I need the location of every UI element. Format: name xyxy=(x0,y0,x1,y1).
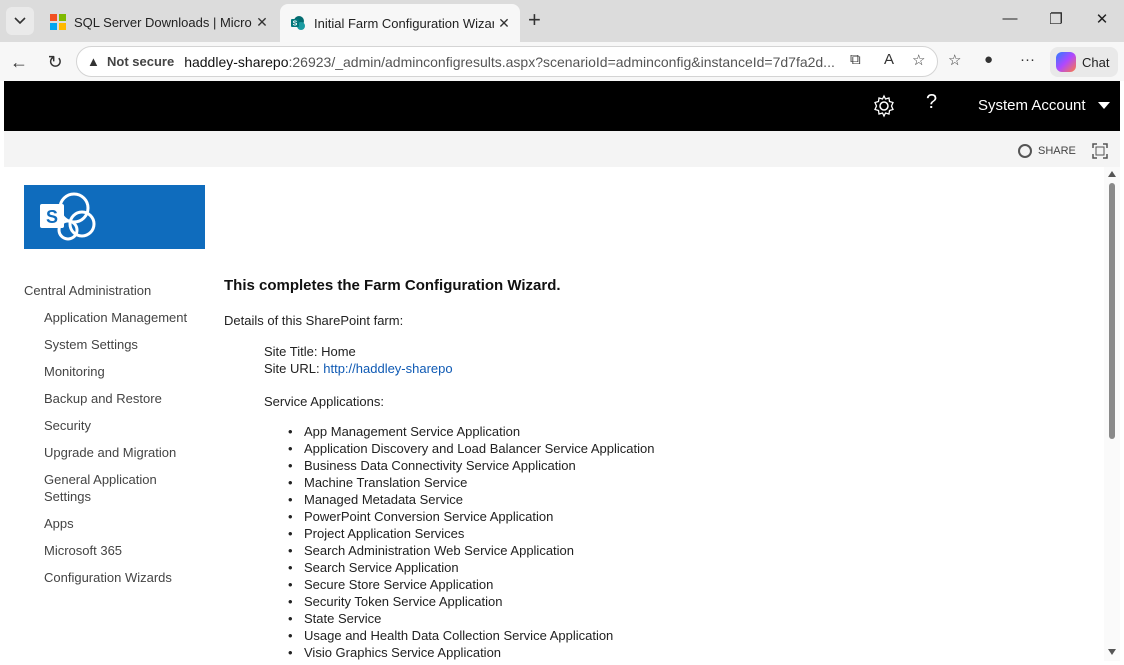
list-item: Visio Graphics Service Application xyxy=(288,644,1084,661)
browser-toolbar: ← ↻ ▲ Not secure haddley-sharepo :26923/… xyxy=(0,42,1124,81)
read-aloud-icon[interactable]: A xyxy=(884,51,894,68)
list-item: Search Administration Web Service Applic… xyxy=(288,542,1084,559)
nav-backup-and-restore[interactable]: Backup and Restore xyxy=(44,390,194,407)
url-path: :26923/_admin/adminconfigresults.aspx?sc… xyxy=(288,53,835,70)
favorite-star-icon[interactable]: ☆ xyxy=(912,51,925,69)
nav-system-settings[interactable]: System Settings xyxy=(44,336,194,353)
share-icon xyxy=(1018,144,1032,158)
list-item: Machine Translation Service xyxy=(288,474,1084,491)
microsoft-logo-icon xyxy=(50,14,66,30)
page-scrollbar[interactable] xyxy=(1104,167,1120,661)
restore-icon[interactable]: ❐ xyxy=(1044,10,1068,32)
list-item: Application Discovery and Load Balancer … xyxy=(288,440,1084,457)
list-item: Managed Metadata Service xyxy=(288,491,1084,508)
tab-initial-farm-configuration-wizard[interactable]: S Initial Farm Configuration Wizard ✕ xyxy=(280,4,520,42)
close-window-icon[interactable]: ✕ xyxy=(1090,10,1114,32)
sharepoint-suite-bar: ? System Account xyxy=(4,81,1120,131)
account-menu[interactable]: System Account xyxy=(978,97,1086,114)
site-url-label: Site URL: xyxy=(264,361,324,376)
nav-security[interactable]: Security xyxy=(44,417,194,434)
tab-actions-menu-button[interactable] xyxy=(6,7,34,35)
list-item: Usage and Health Data Collection Service… xyxy=(288,627,1084,644)
nav-central-administration[interactable]: Central Administration xyxy=(24,282,209,299)
list-item: Search Service Application xyxy=(288,559,1084,576)
tab-title: SQL Server Downloads | Microsoft xyxy=(74,14,252,30)
help-icon[interactable]: ? xyxy=(926,91,937,114)
nav-upgrade-and-migration[interactable]: Upgrade and Migration xyxy=(44,444,194,461)
list-item: App Management Service Application xyxy=(288,423,1084,440)
focus-on-content-icon[interactable] xyxy=(1092,143,1108,159)
settings-gear-icon[interactable] xyxy=(872,94,896,118)
chevron-down-icon xyxy=(14,17,26,25)
warning-triangle-icon: ▲ xyxy=(87,54,100,69)
tab-title: Initial Farm Configuration Wizard xyxy=(314,15,494,31)
close-icon[interactable]: ✕ xyxy=(494,15,514,32)
share-label: SHARE xyxy=(1038,145,1076,157)
new-tab-plus-icon[interactable]: + xyxy=(528,9,541,31)
svg-text:S: S xyxy=(293,21,298,28)
nav-apps[interactable]: Apps xyxy=(44,515,194,532)
tab-sql-server-downloads[interactable]: SQL Server Downloads | Microsoft ✕ xyxy=(40,6,278,38)
favorites-icon[interactable]: ☆ xyxy=(948,51,961,69)
share-button[interactable]: SHARE xyxy=(1018,144,1076,158)
service-applications-label: Service Applications: xyxy=(264,394,384,409)
sharepoint-logo-icon: S xyxy=(40,192,96,241)
list-item: Business Data Connectivity Service Appli… xyxy=(288,457,1084,474)
close-icon[interactable]: ✕ xyxy=(252,14,272,31)
list-item: Security Token Service Application xyxy=(288,593,1084,610)
list-item: State Service xyxy=(288,610,1084,627)
profile-avatar-icon[interactable]: ● xyxy=(984,51,993,68)
copilot-icon xyxy=(1056,52,1076,72)
nav-configuration-wizards[interactable]: Configuration Wizards xyxy=(44,569,194,586)
refresh-icon[interactable]: ↻ xyxy=(44,51,66,73)
copilot-chat-button[interactable]: Chat xyxy=(1050,47,1118,77)
security-status[interactable]: Not secure xyxy=(107,54,174,69)
back-arrow-icon[interactable]: ← xyxy=(8,51,30,73)
sharepoint-icon: S xyxy=(291,16,305,30)
site-info: Site Title: Home Site URL: http://haddle… xyxy=(264,343,1084,377)
minimize-icon[interactable]: — xyxy=(998,10,1022,32)
scroll-down-arrow-icon[interactable] xyxy=(1108,649,1116,655)
address-bar[interactable]: ▲ Not secure haddley-sharepo :26923/_adm… xyxy=(76,46,938,77)
page-heading: This completes the Farm Configuration Wi… xyxy=(224,277,561,294)
list-item: Secure Store Service Application xyxy=(288,576,1084,593)
list-item: Project Application Services xyxy=(288,525,1084,542)
chat-label: Chat xyxy=(1082,54,1110,70)
ribbon-bar: SHARE xyxy=(4,131,1120,167)
app-available-icon[interactable]: ⧉ xyxy=(850,51,861,68)
site-title: Site Title: Home xyxy=(264,344,356,359)
scroll-up-arrow-icon[interactable] xyxy=(1108,171,1116,177)
more-options-icon[interactable]: ··· xyxy=(1020,51,1035,68)
nav-application-management[interactable]: Application Management xyxy=(44,309,194,326)
nav-monitoring[interactable]: Monitoring xyxy=(44,363,194,380)
main-content: This completes the Farm Configuration Wi… xyxy=(224,276,1084,661)
nav-general-application-settings[interactable]: General Application Settings xyxy=(44,471,194,505)
site-url-link[interactable]: http://haddley-sharepo xyxy=(323,361,452,376)
url-host: haddley-sharepo xyxy=(184,53,289,70)
caret-down-icon[interactable] xyxy=(1098,102,1110,109)
browser-tab-strip: SQL Server Downloads | Microsoft ✕ S Ini… xyxy=(0,0,1124,42)
list-item: PowerPoint Conversion Service Applicatio… xyxy=(288,508,1084,525)
farm-details-label: Details of this SharePoint farm: xyxy=(224,313,404,328)
sharepoint-logo[interactable]: S xyxy=(24,185,205,249)
service-applications-list: App Management Service Application Appli… xyxy=(288,423,1084,661)
nav-microsoft-365[interactable]: Microsoft 365 xyxy=(44,542,194,559)
scrollbar-thumb[interactable] xyxy=(1109,183,1115,439)
site-url-row: Site URL: http://haddley-sharepo xyxy=(264,360,1084,377)
svg-text:S: S xyxy=(46,207,58,227)
quick-launch-nav: Central Administration Application Manag… xyxy=(24,282,209,596)
